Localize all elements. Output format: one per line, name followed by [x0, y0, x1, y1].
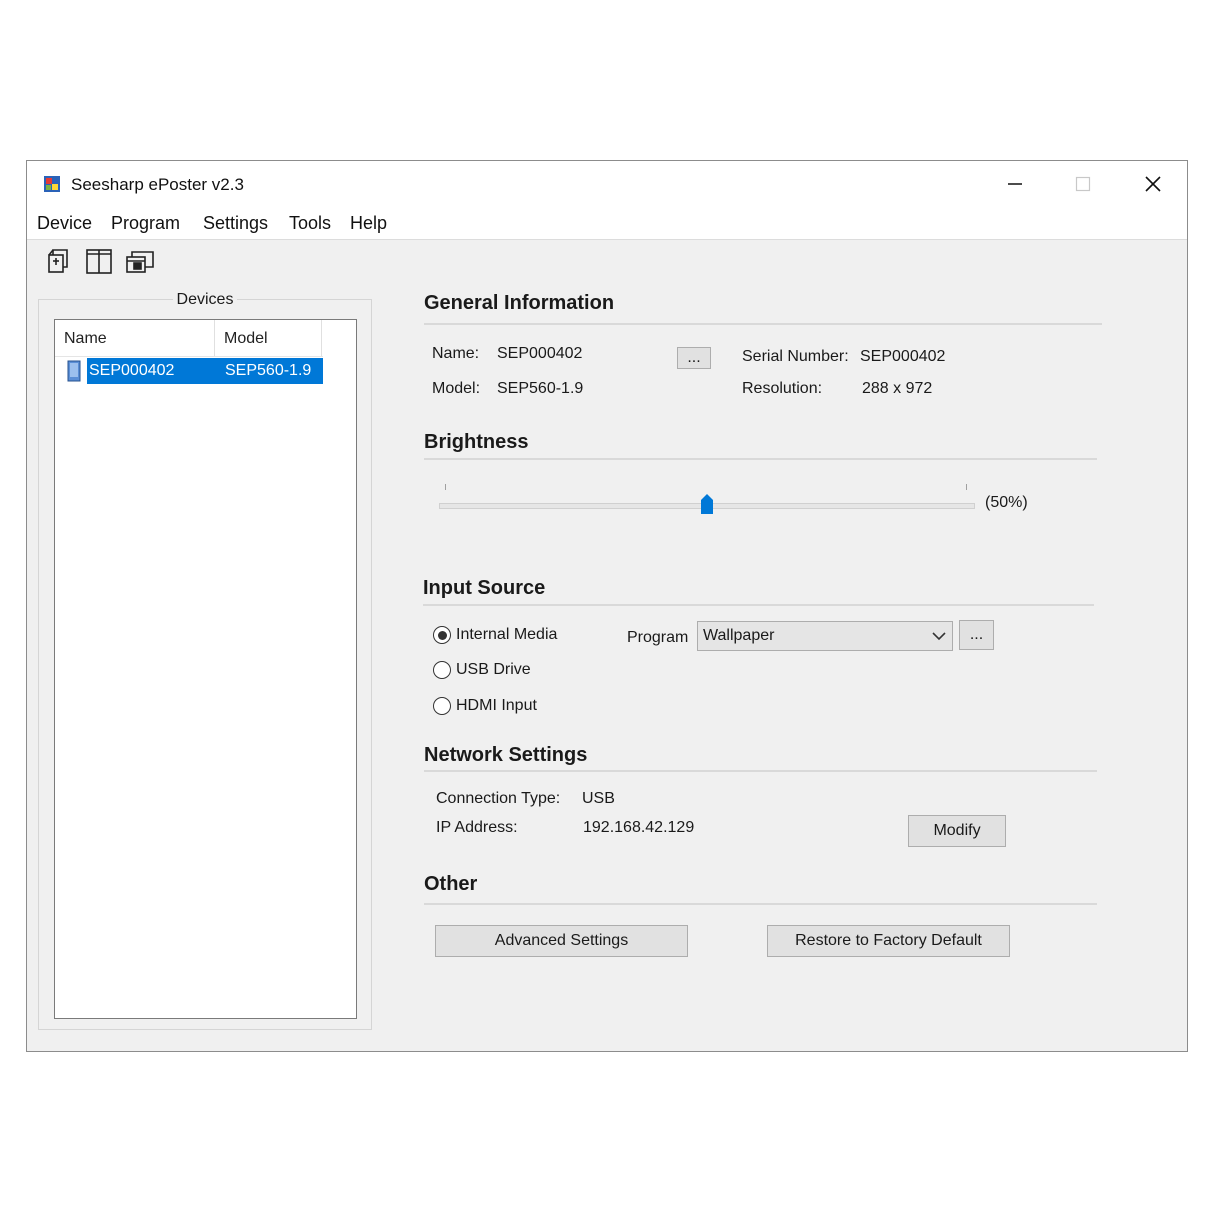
connection-type-value: USB [582, 790, 615, 807]
device-icon [48, 249, 68, 273]
model-value: SEP560-1.9 [497, 380, 584, 397]
brightness-divider [424, 458, 1097, 460]
device-row[interactable]: SEP000402 SEP560-1.9 [67, 358, 323, 384]
menu-program[interactable]: Program [111, 213, 180, 234]
serial-label: Serial Number: [742, 348, 849, 365]
toolbar [27, 240, 1187, 282]
radio-internal-media-label: Internal Media [456, 626, 558, 643]
windows-icon [126, 251, 154, 273]
brightness-title: Brightness [424, 431, 529, 453]
device-row-name: SEP000402 [89, 362, 175, 379]
app-logo-icon [44, 176, 60, 192]
window-title: Seesharp ePoster v2.3 [71, 175, 244, 194]
column-name[interactable]: Name [64, 330, 107, 348]
toolbar-windows-button[interactable] [125, 246, 155, 276]
split-panel-icon [86, 249, 112, 274]
column-model[interactable]: Model [224, 330, 268, 348]
radio-usb-drive[interactable]: USB Drive [433, 661, 531, 679]
menu-bar: Device Program Settings Tools Help [27, 207, 1187, 240]
brightness-slider-thumb[interactable] [700, 493, 714, 515]
ip-address-label: IP Address: [436, 819, 518, 836]
list-header: Name Model [55, 320, 323, 357]
input-source-divider [423, 604, 1094, 606]
network-divider [424, 770, 1097, 772]
ip-address-value: 192.168.42.129 [583, 819, 695, 836]
advanced-settings-button[interactable]: Advanced Settings [435, 925, 688, 957]
close-button[interactable] [1119, 161, 1187, 207]
device-row-icon [67, 360, 81, 382]
restore-factory-default-button[interactable]: Restore to Factory Default [767, 925, 1010, 957]
menu-device[interactable]: Device [37, 213, 92, 234]
general-info-divider [424, 323, 1102, 325]
devices-group: Devices Name Model SEP000402 SEP560-1.9 [38, 291, 372, 1030]
program-select-value: Wallpaper [703, 627, 775, 644]
toolbar-split-button[interactable] [84, 246, 114, 276]
brightness-value: (50%) [985, 494, 1028, 511]
app-window: Seesharp ePoster v2.3 Device Program Set… [26, 160, 1188, 1052]
model-label: Model: [432, 380, 481, 397]
menu-help[interactable]: Help [350, 213, 387, 234]
input-source-title: Input Source [423, 577, 546, 599]
program-select[interactable]: Wallpaper [697, 621, 953, 651]
name-label: Name: [432, 345, 480, 362]
title-bar: Seesharp ePoster v2.3 [27, 161, 1187, 207]
toolbar-device-button[interactable] [43, 246, 73, 276]
serial-value: SEP000402 [860, 348, 946, 365]
connection-type-label: Connection Type: [436, 790, 561, 807]
other-title: Other [424, 873, 478, 895]
radio-internal-media[interactable]: Internal Media [433, 626, 557, 644]
maximize-icon [1075, 176, 1091, 192]
minimize-icon [1008, 183, 1022, 185]
general-info-title: General Information [424, 292, 615, 314]
radio-usb-drive-label: USB Drive [456, 661, 531, 678]
minimize-button[interactable] [981, 161, 1049, 207]
radio-hdmi-input[interactable]: HDMI Input [433, 697, 537, 715]
resolution-label: Resolution: [742, 380, 823, 397]
resolution-value: 288 x 972 [862, 380, 933, 397]
maximize-button[interactable] [1049, 161, 1117, 207]
program-label: Program [627, 629, 689, 646]
chevron-down-icon [932, 632, 946, 641]
device-row-model: SEP560-1.9 [225, 362, 312, 379]
close-icon [1145, 176, 1161, 192]
edit-name-button[interactable]: ... [677, 347, 711, 369]
name-value: SEP000402 [497, 345, 583, 362]
other-divider [424, 903, 1097, 905]
menu-tools[interactable]: Tools [289, 213, 331, 234]
program-browse-button[interactable]: ... [959, 620, 994, 650]
network-title: Network Settings [424, 744, 588, 766]
radio-hdmi-input-label: HDMI Input [456, 697, 537, 714]
menu-settings[interactable]: Settings [203, 213, 268, 234]
devices-list[interactable]: Name Model SEP000402 SEP560-1.9 [54, 319, 357, 1019]
devices-title: Devices [172, 291, 238, 308]
modify-button[interactable]: Modify [908, 815, 1006, 847]
